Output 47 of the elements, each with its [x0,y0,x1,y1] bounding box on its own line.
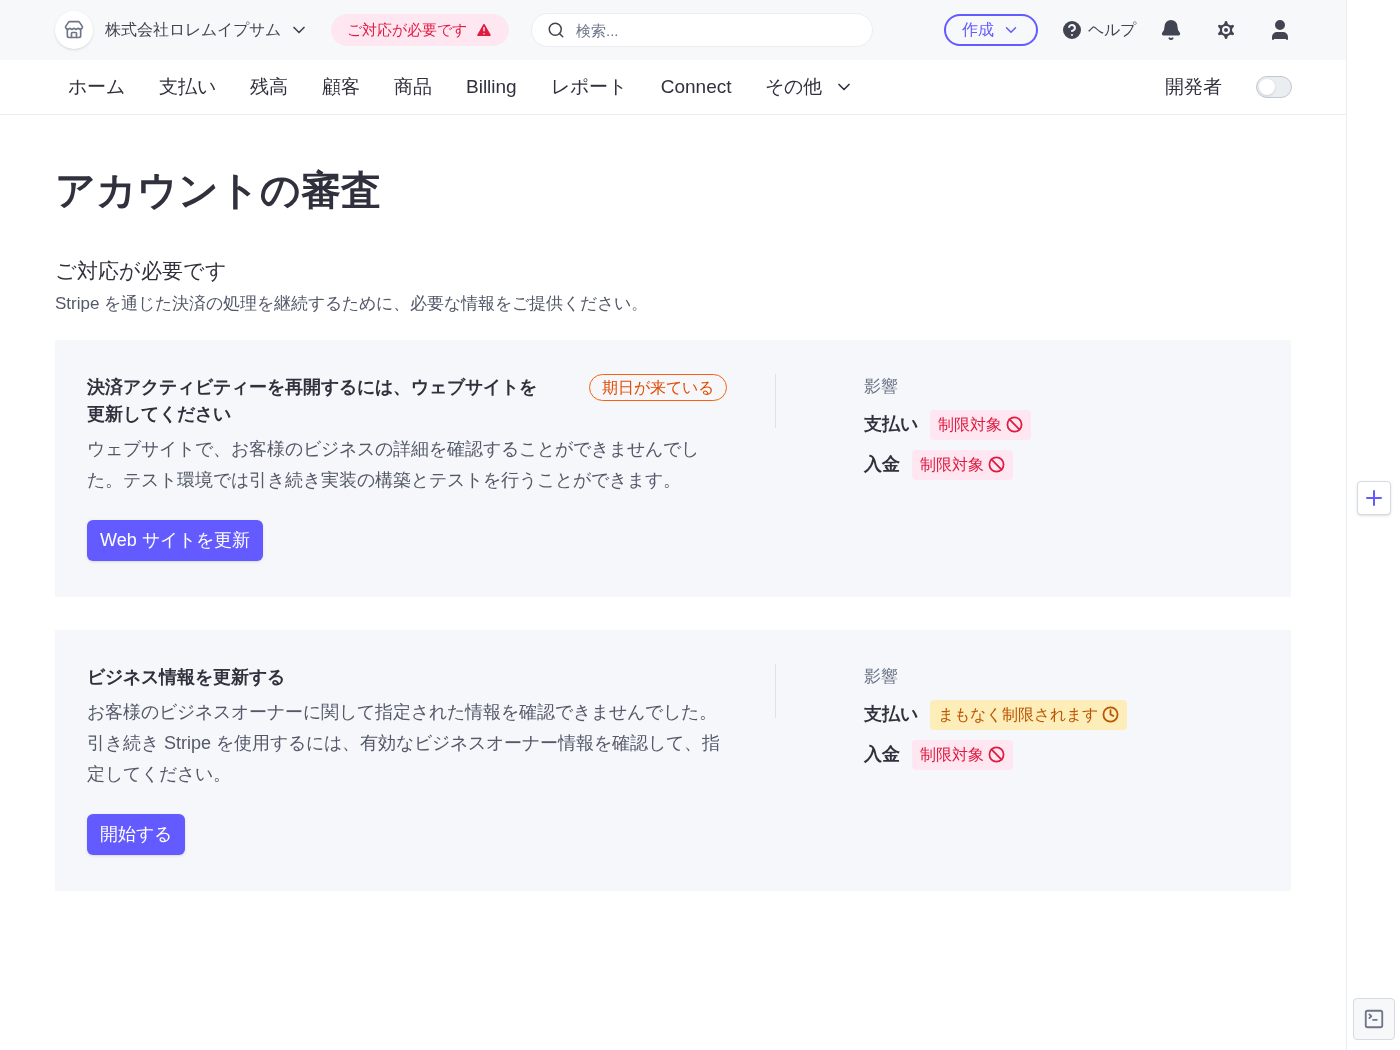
nav-tab[interactable]: Billing [466,72,517,102]
warning-icon [475,21,493,39]
nav-tab[interactable]: 顧客 [322,72,360,102]
impact-category: 入金 [864,743,900,766]
status-badge: まもなく制限されます [930,699,1127,730]
status-badge: 制限対象 [930,409,1031,440]
status-badge: 制限対象 [912,449,1013,480]
ban-icon [1006,416,1023,433]
search-icon [547,21,565,39]
nav-tab[interactable]: 残高 [250,72,288,102]
task-action-button[interactable]: Web サイトを更新 [87,520,263,561]
ban-icon [988,746,1005,763]
task-title: ビジネス情報を更新する [87,666,285,689]
store-icon [55,11,93,49]
ban-icon [988,456,1005,473]
impact-label: 影響 [864,666,899,688]
developer-label: 開発者 [1165,74,1222,99]
task-description: お客様のビジネスオーナーに関して指定された情報を確認できませんでした。引き続き Stripe を使用するには、有効なビジネスオーナー情報を確認して、指定してください。 [87,701,722,786]
clock-icon [1102,706,1119,723]
task-title: 決済アクティビティーを再開するには、ウェブサイトを更新してください [87,376,538,426]
nav-tab[interactable]: 商品 [394,72,432,102]
nav-tab[interactable]: ホーム [68,72,125,102]
section-description: Stripe を通じた決済の処理を継続するために、必要な情報をご提供ください。 [55,292,650,315]
nav-more[interactable]: その他 [765,72,855,102]
add-button[interactable] [1356,481,1391,515]
nav-tab[interactable]: レポート [550,72,627,102]
task-action-button[interactable]: 開始する [87,814,185,855]
developer-toggle[interactable] [1256,76,1292,98]
impact-category: 支払い [864,413,918,436]
alert-badge[interactable]: ご対応が必要です [331,14,509,46]
impact-label: 影響 [864,376,899,398]
nav-tab[interactable]: 支払い [159,72,216,102]
task-description: ウェブサイトで、お客様のビジネスの詳細を確認することができませんでした。テスト環境では引き続き実装の構築とテストを行うことができます。 [87,438,700,492]
page-title: アカウントの審査 [55,167,382,214]
account-switcher[interactable]: 株式会社ロレムイプサム [105,18,309,42]
create-button[interactable]: 作成 [944,14,1038,46]
impact-category: 支払い [864,703,918,726]
status-badge: 制限対象 [912,739,1013,770]
notification-icon[interactable] [1160,19,1182,41]
nav-tab[interactable]: Connect [660,72,732,102]
search-field[interactable]: 検索... [531,13,873,47]
help-icon [1060,18,1084,42]
impact-category: 入金 [864,453,900,476]
section-title: ご対応が必要です [55,258,228,284]
terminal-button[interactable] [1352,998,1395,1040]
terminal-icon [1362,1008,1385,1030]
help-button[interactable]: ヘルプ [1060,18,1136,42]
